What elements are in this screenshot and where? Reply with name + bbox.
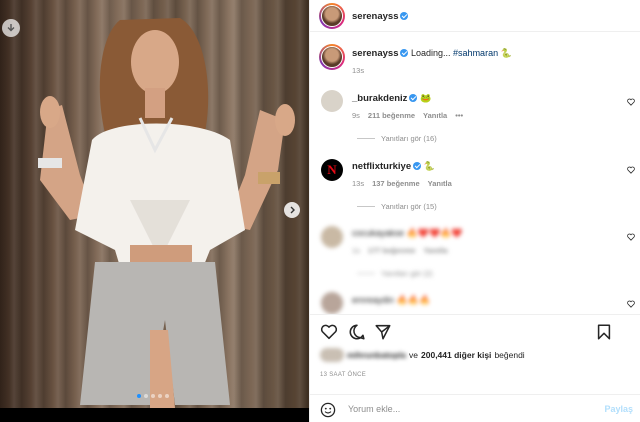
share-icon[interactable]: [374, 323, 392, 341]
header-username-text[interactable]: serenayss: [352, 11, 398, 22]
reply-button[interactable]: Yanıtla: [423, 111, 447, 120]
post-photo[interactable]: [0, 0, 309, 422]
comment-avatar[interactable]: [321, 292, 343, 314]
likes-count[interactable]: 200,441 diğer kişi: [421, 350, 491, 360]
view-replies-label[interactable]: Yanıtları gör (16): [381, 134, 437, 143]
verified-icon: [400, 49, 409, 57]
likes-suffix: beğendi: [494, 350, 525, 360]
view-replies[interactable]: Yanıtları gör (15): [357, 202, 437, 211]
comment-time: 13s: [352, 179, 365, 188]
like-heart-icon[interactable]: [320, 323, 338, 341]
comment-emoji: 🔥❤️❤️🔥❤️: [406, 228, 463, 238]
comment-meta: 1s 177 beğenme Yanıtla: [352, 246, 448, 255]
comment-icon[interactable]: [348, 323, 366, 341]
comment-meta: 9s 211 beğenme Yanıtla •••: [352, 111, 463, 120]
verified-icon: [413, 162, 422, 170]
caption-avatar[interactable]: [319, 44, 345, 70]
snake-emoji: 🐍: [500, 48, 512, 58]
comment-more-button[interactable]: •••: [455, 111, 463, 120]
carousel-dot: [165, 394, 169, 398]
comment-text: netflixturkiye 🐍: [352, 161, 435, 172]
liker-avatars: [320, 348, 344, 362]
view-replies[interactable]: Yanıtları gör (16): [357, 134, 437, 143]
likes-joiner: ve: [409, 350, 419, 360]
comment-emoji: 🔥🔥🔥: [396, 295, 431, 305]
verified-icon: [409, 94, 418, 102]
comment-emoji: 🐍: [423, 161, 435, 171]
post-header: serenayss: [310, 0, 640, 32]
heart-icon[interactable]: [627, 300, 635, 308]
header-username[interactable]: serenayss: [352, 11, 409, 22]
hashtag-link[interactable]: #sahmaran: [453, 48, 498, 58]
view-replies-label[interactable]: Yanıtları gör (2): [381, 269, 433, 278]
heart-icon[interactable]: [627, 98, 635, 106]
caption-time: 13s: [352, 66, 365, 75]
comment-text: cocukayakse 🔥❤️❤️🔥❤️: [352, 228, 463, 239]
emoji-icon[interactable]: [320, 402, 336, 418]
carousel-dot: [151, 394, 155, 398]
comment-username[interactable]: emreaydin: [352, 295, 394, 305]
carousel-dot-active: [137, 394, 141, 398]
post-timestamp[interactable]: 13 SAAT ÖNCE: [320, 372, 366, 378]
verified-icon: [400, 12, 409, 20]
comment-username[interactable]: _burakdeniz: [352, 93, 407, 104]
reply-button[interactable]: Yanıtla: [428, 179, 452, 188]
comment-input[interactable]: Yorum ekle...: [348, 404, 400, 414]
caption-body: Loading...: [411, 48, 454, 58]
photo-bottom-band: [0, 408, 309, 422]
save-bookmark-icon[interactable]: [595, 323, 613, 341]
post-action-bar: [310, 314, 640, 346]
comments-list: serenayss Loading... #sahmaran 🐍 13s _bu…: [310, 32, 640, 314]
carousel-dots: [137, 394, 169, 398]
download-icon[interactable]: [2, 19, 20, 37]
comment-username[interactable]: cocukayakse: [352, 228, 404, 238]
comment-text: emreaydin 🔥🔥🔥: [352, 295, 430, 306]
comment-avatar[interactable]: [321, 90, 343, 112]
comment-text: _burakdeniz 🐸: [352, 93, 431, 104]
view-replies[interactable]: Yanıtları gör (2): [357, 269, 433, 278]
comment-likes[interactable]: 137 beğenme: [372, 179, 420, 188]
likes-summary[interactable]: mihrunbatopla ve 200,441 diğer kişi beğe…: [320, 348, 525, 362]
comment-likes[interactable]: 211 beğenme: [368, 111, 415, 120]
comment-likes[interactable]: 177 beğenme: [368, 246, 416, 255]
view-replies-label[interactable]: Yanıtları gör (15): [381, 202, 437, 211]
caption-meta: 13s: [352, 66, 364, 75]
carousel-dot: [144, 394, 148, 398]
caption-username[interactable]: serenayss: [352, 48, 398, 59]
avatar[interactable]: [319, 3, 345, 29]
model-figure: [38, 18, 295, 408]
reply-button[interactable]: Yanıtla: [423, 246, 447, 255]
comment-emoji: 🐸: [419, 93, 432, 103]
post-comment-button[interactable]: Paylaş: [604, 404, 633, 414]
caption-text: serenayss Loading... #sahmaran 🐍: [352, 48, 512, 59]
comment-meta: 13s 137 beğenme Yanıtla: [352, 179, 452, 188]
liker-name[interactable]: mihrunbatopla: [347, 350, 406, 360]
next-photo-button[interactable]: [284, 202, 300, 218]
heart-icon[interactable]: [627, 233, 635, 241]
comment-bar: Yorum ekle... Paylaş: [310, 394, 640, 422]
heart-icon[interactable]: [627, 166, 635, 174]
netflix-logo-icon[interactable]: N: [321, 159, 343, 181]
carousel-dot: [158, 394, 162, 398]
comment-time: 9s: [352, 111, 360, 120]
comment-username[interactable]: netflixturkiye: [352, 161, 411, 172]
post-side-panel: serenayss serenayss Loading... #sahmaran…: [309, 0, 640, 422]
chevron-right-icon: [290, 206, 295, 214]
comment-avatar[interactable]: [321, 226, 343, 248]
comment-time: 1s: [352, 246, 360, 255]
